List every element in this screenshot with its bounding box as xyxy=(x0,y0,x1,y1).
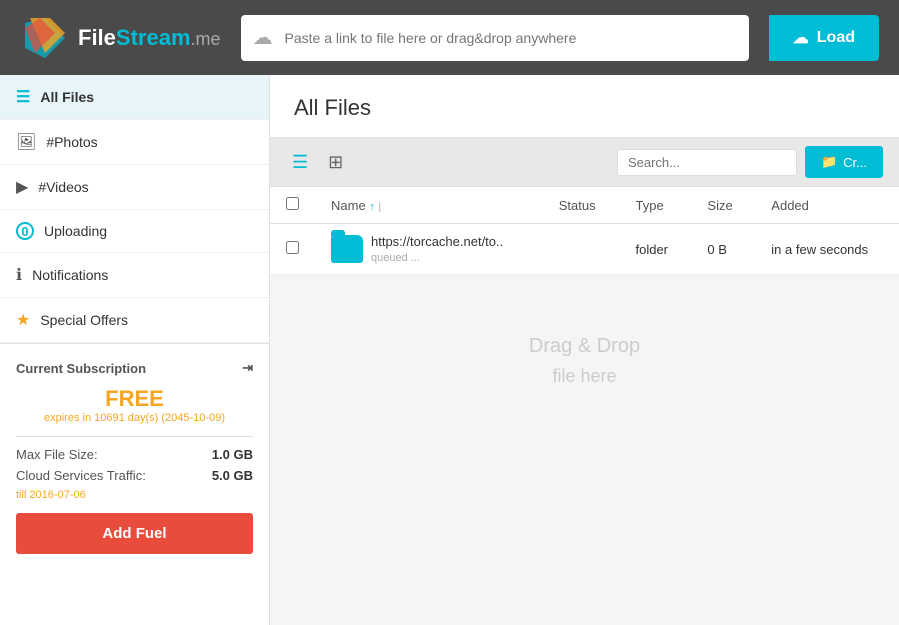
grid-view-button[interactable]: ⊞ xyxy=(322,150,349,175)
sidebar-label-videos: #Videos xyxy=(38,179,88,195)
row-status-cell xyxy=(543,224,620,275)
create-label: Cr... xyxy=(843,155,867,170)
create-button[interactable]: 📁 Cr... xyxy=(805,146,883,178)
traffic-label: Cloud Services Traffic: xyxy=(16,468,146,483)
row-type-cell: folder xyxy=(619,224,691,275)
drag-drop-line1: Drag & Drop xyxy=(290,335,879,358)
grid-view-icon: ⊞ xyxy=(328,152,343,172)
create-icon: 📁 xyxy=(821,154,837,170)
row-checkbox-cell xyxy=(270,224,315,275)
table-row: https://torcache.net/to.. queued ... fol… xyxy=(270,224,899,275)
subscription-title: Current Subscription xyxy=(16,361,146,376)
videos-icon: ▶ xyxy=(16,177,28,197)
notifications-icon: ℹ xyxy=(16,265,22,285)
toolbar-right: 📁 Cr... xyxy=(617,146,883,178)
add-fuel-button[interactable]: Add Fuel xyxy=(16,513,253,554)
subscription-details: Max File Size: 1.0 GB Cloud Services Tra… xyxy=(16,436,253,501)
file-info: https://torcache.net/to.. queued ... xyxy=(371,234,503,264)
upload-icon: ☁ xyxy=(793,28,809,48)
th-name[interactable]: Name ↑ | xyxy=(315,187,543,224)
sidebar-item-special-offers[interactable]: ★ Special Offers xyxy=(0,298,269,343)
sidebar-item-videos[interactable]: ▶ #Videos xyxy=(0,165,269,210)
page-title: All Files xyxy=(294,95,875,121)
toolbar: ☰ ⊞ 📁 Cr... xyxy=(270,138,899,187)
plan-name: FREE xyxy=(16,386,253,412)
th-added: Added xyxy=(755,187,899,224)
sidebar-item-notifications[interactable]: ℹ Notifications xyxy=(0,253,269,298)
sort-arrow: ↑ xyxy=(369,201,375,213)
logo-area: FileStream.me xyxy=(20,13,221,63)
table-header: Name ↑ | Status Type Size Added xyxy=(270,187,899,224)
select-all-checkbox[interactable] xyxy=(286,197,299,210)
folder-icon xyxy=(331,235,363,263)
sidebar-label-all-files: All Files xyxy=(40,89,94,105)
content-area: All Files ☰ ⊞ 📁 Cr... xyxy=(270,75,899,625)
logo-text: FileStream.me xyxy=(78,25,221,51)
sidebar-item-photos[interactable]: 🖼 #Photos xyxy=(0,120,269,165)
search-input[interactable] xyxy=(617,149,797,176)
th-checkbox xyxy=(270,187,315,224)
content-header: All Files xyxy=(270,75,899,138)
sidebar-label-notifications: Notifications xyxy=(32,267,108,283)
sidebar-item-all-files[interactable]: ☰ All Files xyxy=(0,75,269,120)
row-checkbox[interactable] xyxy=(286,241,299,254)
logo-me: .me xyxy=(191,29,221,49)
main-layout: ☰ All Files 🖼 #Photos ▶ #Videos 0 Upload… xyxy=(0,75,899,625)
traffic-row: Cloud Services Traffic: 5.0 GB xyxy=(16,468,253,483)
sidebar: ☰ All Files 🖼 #Photos ▶ #Videos 0 Upload… xyxy=(0,75,270,625)
logo-file: File xyxy=(78,25,116,50)
sidebar-item-uploading[interactable]: 0 Uploading xyxy=(0,210,269,253)
th-status: Status xyxy=(543,187,620,224)
subscription-header: Current Subscription ⇥ xyxy=(16,360,253,376)
logo-stream: Stream xyxy=(116,25,191,50)
th-name-label: Name xyxy=(331,198,366,213)
th-size: Size xyxy=(691,187,755,224)
subscription-section: Current Subscription ⇥ FREE expires in 1… xyxy=(0,343,269,570)
max-file-size-label: Max File Size: xyxy=(16,447,98,462)
files-table: Name ↑ | Status Type Size Added xyxy=(270,187,899,275)
sidebar-label-uploading: Uploading xyxy=(44,223,107,239)
load-label: Load xyxy=(817,29,855,47)
header: FileStream.me ☁ ☁ Load xyxy=(0,0,899,75)
uploading-icon: 0 xyxy=(16,222,34,240)
logo-icon xyxy=(20,13,70,63)
cloud-upload-icon: ☁ xyxy=(241,25,285,50)
max-file-size-value: 1.0 GB xyxy=(212,447,253,462)
max-file-size-row: Max File Size: 1.0 GB xyxy=(16,447,253,462)
row-name-cell: https://torcache.net/to.. queued ... xyxy=(315,224,543,275)
photos-icon: 🖼 xyxy=(16,132,36,152)
sidebar-label-special-offers: Special Offers xyxy=(40,312,128,328)
th-type: Type xyxy=(619,187,691,224)
row-added-cell: in a few seconds xyxy=(755,224,899,275)
drag-drop-area[interactable]: Drag & Drop file here xyxy=(270,275,899,447)
traffic-note: till 2016-07-06 xyxy=(16,489,253,501)
list-view-button[interactable]: ☰ xyxy=(286,150,314,175)
table-body: https://torcache.net/to.. queued ... fol… xyxy=(270,224,899,275)
load-button[interactable]: ☁ Load xyxy=(769,15,879,61)
url-input-area: ☁ xyxy=(241,15,749,61)
file-name-link[interactable]: https://torcache.net/to.. xyxy=(371,234,503,249)
toolbar-left: ☰ ⊞ xyxy=(286,150,349,175)
special-offers-icon: ★ xyxy=(16,310,30,330)
drag-drop-line2: file here xyxy=(290,366,879,387)
logout-icon[interactable]: ⇥ xyxy=(242,360,253,376)
all-files-icon: ☰ xyxy=(16,87,30,107)
file-name-area: https://torcache.net/to.. queued ... xyxy=(331,234,527,264)
plan-expires: expires in 10691 day(s) (2045-10-09) xyxy=(16,412,253,424)
traffic-value: 5.0 GB xyxy=(212,468,253,483)
sidebar-label-photos: #Photos xyxy=(46,134,97,150)
url-input[interactable] xyxy=(285,30,749,46)
file-status-text: queued ... xyxy=(371,252,420,264)
sort-icon: | xyxy=(378,202,381,213)
list-view-icon: ☰ xyxy=(292,152,308,172)
row-size-cell: 0 B xyxy=(691,224,755,275)
